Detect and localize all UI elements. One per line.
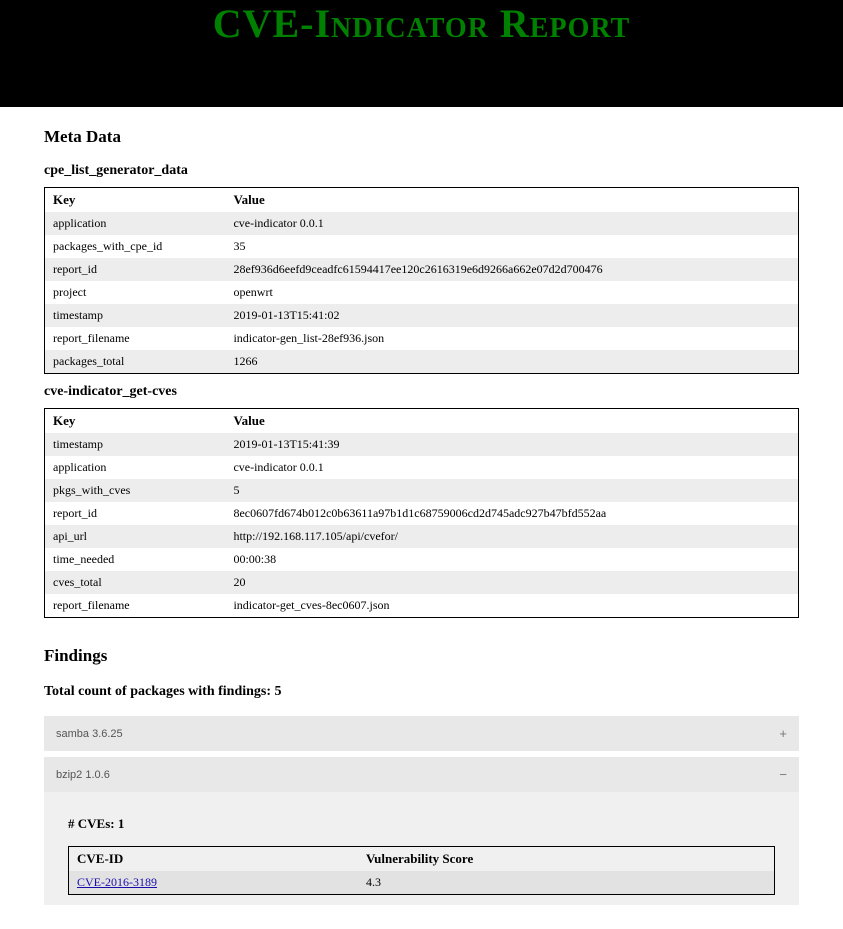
cell-key: project bbox=[45, 281, 226, 304]
meta-table-1-col-key: Key bbox=[45, 409, 226, 434]
table-row: packages_with_cpe_id35 bbox=[45, 235, 799, 258]
meta-table-1: Key Value timestamp2019-01-13T15:41:39 a… bbox=[44, 408, 799, 618]
meta-table-1-heading: cve-indicator_get-cves bbox=[44, 384, 799, 400]
finding-item-samba: samba 3.6.25 + bbox=[44, 716, 799, 751]
cell-key: packages_with_cpe_id bbox=[45, 235, 226, 258]
cell-key: cves_total bbox=[45, 571, 226, 594]
cve-id-cell: CVE-2016-3189 bbox=[69, 871, 358, 895]
table-row: applicationcve-indicator 0.0.1 bbox=[45, 456, 799, 479]
content: Meta Data cpe_list_generator_data Key Va… bbox=[0, 107, 843, 929]
table-row: report_id8ec0607fd674b012c0b63611a97b1d1… bbox=[45, 502, 799, 525]
table-row: timestamp2019-01-13T15:41:39 bbox=[45, 433, 799, 456]
cell-value: 5 bbox=[225, 479, 798, 502]
cell-value: 20 bbox=[225, 571, 798, 594]
meta-table-0: Key Value applicationcve-indicator 0.0.1… bbox=[44, 187, 799, 374]
meta-heading: Meta Data bbox=[44, 127, 799, 147]
cell-key: report_id bbox=[45, 258, 226, 281]
cell-key: application bbox=[45, 456, 226, 479]
cell-value: openwrt bbox=[225, 281, 798, 304]
cell-value: 2019-01-13T15:41:39 bbox=[225, 433, 798, 456]
cve-score-cell: 4.3 bbox=[358, 871, 775, 895]
cell-key: pkgs_with_cves bbox=[45, 479, 226, 502]
cve-table: CVE-ID Vulnerability Score CVE-2016-3189… bbox=[68, 846, 775, 895]
table-row: time_needed00:00:38 bbox=[45, 548, 799, 571]
cell-value: indicator-gen_list-28ef936.json bbox=[225, 327, 798, 350]
table-row: report_filenameindicator-get_cves-8ec060… bbox=[45, 594, 799, 618]
cell-value: 8ec0607fd674b012c0b63611a97b1d1c68759006… bbox=[225, 502, 798, 525]
minus-icon: − bbox=[779, 767, 787, 782]
table-row: packages_total1266 bbox=[45, 350, 799, 374]
finding-header-bzip2[interactable]: bzip2 1.0.6 − bbox=[44, 757, 799, 792]
table-row: timestamp2019-01-13T15:41:02 bbox=[45, 304, 799, 327]
finding-body-bzip2: # CVEs: 1 CVE-ID Vulnerability Score CVE… bbox=[44, 792, 799, 905]
table-row: CVE-2016-3189 4.3 bbox=[69, 871, 775, 895]
cell-key: api_url bbox=[45, 525, 226, 548]
cell-value: 2019-01-13T15:41:02 bbox=[225, 304, 798, 327]
cell-value: cve-indicator 0.0.1 bbox=[225, 212, 798, 235]
meta-table-1-col-value: Value bbox=[225, 409, 798, 434]
cve-col-id: CVE-ID bbox=[69, 847, 358, 872]
cell-value: 1266 bbox=[225, 350, 798, 374]
findings-section: Findings Total count of packages with fi… bbox=[44, 646, 799, 905]
cell-key: timestamp bbox=[45, 304, 226, 327]
cell-key: application bbox=[45, 212, 226, 235]
finding-title: bzip2 1.0.6 bbox=[56, 769, 110, 781]
page-title: CVE-Indicator Report bbox=[0, 0, 843, 47]
table-row: pkgs_with_cves5 bbox=[45, 479, 799, 502]
table-row: report_id28ef936d6eefd9ceadfc61594417ee1… bbox=[45, 258, 799, 281]
meta-table-0-col-value: Value bbox=[225, 188, 798, 213]
cell-value: cve-indicator 0.0.1 bbox=[225, 456, 798, 479]
table-row: cves_total20 bbox=[45, 571, 799, 594]
cell-key: report_id bbox=[45, 502, 226, 525]
plus-icon: + bbox=[779, 726, 787, 741]
cell-key: report_filename bbox=[45, 327, 226, 350]
cell-value: 00:00:38 bbox=[225, 548, 798, 571]
table-row: api_urlhttp://192.168.117.105/api/cvefor… bbox=[45, 525, 799, 548]
cell-value: 28ef936d6eefd9ceadfc61594417ee120c261631… bbox=[225, 258, 798, 281]
banner: CVE-Indicator Report bbox=[0, 0, 843, 107]
finding-item-bzip2: bzip2 1.0.6 − # CVEs: 1 CVE-ID Vulnerabi… bbox=[44, 757, 799, 905]
table-row: applicationcve-indicator 0.0.1 bbox=[45, 212, 799, 235]
table-row: projectopenwrt bbox=[45, 281, 799, 304]
finding-header-samba[interactable]: samba 3.6.25 + bbox=[44, 716, 799, 751]
meta-table-0-heading: cpe_list_generator_data bbox=[44, 163, 799, 179]
cell-key: packages_total bbox=[45, 350, 226, 374]
cell-value: 35 bbox=[225, 235, 798, 258]
cell-key: report_filename bbox=[45, 594, 226, 618]
cell-key: timestamp bbox=[45, 433, 226, 456]
cve-count-label: # CVEs: 1 bbox=[68, 816, 775, 832]
findings-heading: Findings bbox=[44, 646, 799, 666]
finding-title: samba 3.6.25 bbox=[56, 728, 123, 740]
meta-table-0-col-key: Key bbox=[45, 188, 226, 213]
findings-total: Total count of packages with findings: 5 bbox=[44, 684, 799, 700]
cell-value: indicator-get_cves-8ec0607.json bbox=[225, 594, 798, 618]
cve-col-score: Vulnerability Score bbox=[358, 847, 775, 872]
cell-key: time_needed bbox=[45, 548, 226, 571]
table-row: report_filenameindicator-gen_list-28ef93… bbox=[45, 327, 799, 350]
cell-value: http://192.168.117.105/api/cvefor/ bbox=[225, 525, 798, 548]
